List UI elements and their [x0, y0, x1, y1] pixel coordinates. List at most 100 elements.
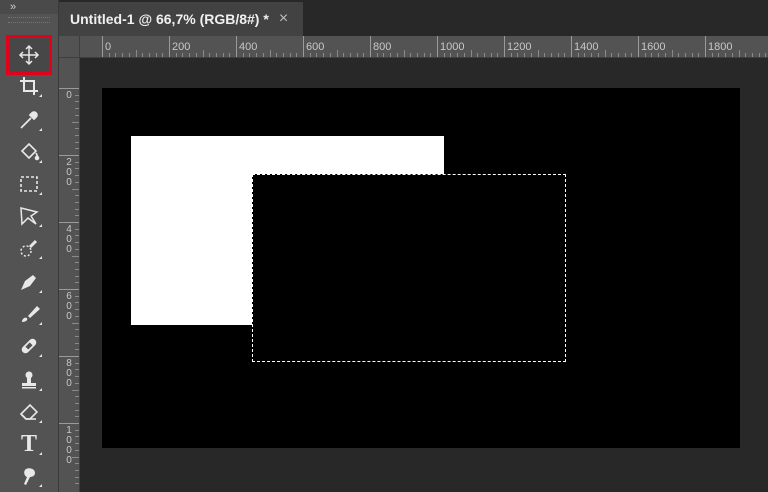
healing-bandage-icon	[21, 338, 37, 354]
pen-tool[interactable]	[9, 266, 49, 298]
ruler-v-major-tick	[59, 222, 79, 223]
ruler-h-minor-tick	[390, 53, 392, 57]
ruler-h-minor-tick	[182, 53, 184, 57]
ruler-h-minor-tick	[483, 53, 485, 57]
workspace[interactable]	[80, 58, 768, 492]
close-icon[interactable]: ×	[279, 10, 288, 28]
ruler-h-minor-tick	[108, 53, 110, 57]
ruler-h-minor-tick	[718, 53, 720, 57]
type-tool[interactable]: T	[9, 428, 49, 460]
ruler-v-minor-tick	[75, 362, 79, 364]
ruler-v-minor-tick	[75, 302, 79, 304]
ruler-h-minor-tick	[215, 53, 217, 57]
ruler-v-major-tick	[59, 88, 79, 89]
ruler-h-minor-tick	[195, 53, 197, 57]
document-tab[interactable]: Untitled-1 @ 66,7% (RGB/8#) * ×	[59, 2, 303, 36]
eyedropper-tool[interactable]	[9, 104, 49, 136]
ruler-h-minor-tick	[262, 53, 264, 57]
panel-grip[interactable]	[8, 17, 50, 23]
ruler-v-minor-tick	[75, 342, 79, 344]
ruler-h-minor-tick	[457, 53, 459, 57]
ruler-h-minor-tick	[423, 53, 425, 57]
ruler-h-minor-tick	[684, 53, 686, 57]
ruler-h-minor-tick	[128, 53, 130, 57]
ruler-v-minor-tick	[75, 295, 79, 297]
smudge-tool[interactable]	[9, 460, 49, 492]
ruler-h-minor-tick	[651, 53, 653, 57]
ruler-v-minor-tick	[75, 429, 79, 431]
pen-icon	[21, 275, 36, 290]
ruler-v-minor-tick	[75, 349, 79, 351]
ruler-v-minor-tick	[75, 161, 79, 163]
ruler-h-minor-tick	[376, 53, 378, 57]
eraser-tool[interactable]	[9, 396, 49, 428]
ruler-v-minor-tick	[72, 322, 79, 324]
document-canvas[interactable]	[102, 88, 740, 448]
ruler-v-label: 800	[66, 358, 72, 389]
ruler-v-minor-tick	[75, 416, 79, 418]
ruler-v-major-tick	[59, 423, 79, 424]
ruler-h-minor-tick	[530, 53, 532, 57]
ruler-h-minor-tick	[323, 53, 325, 57]
ruler-v-major-tick	[59, 155, 79, 156]
move-tool[interactable]	[6, 35, 52, 75]
ruler-v-minor-tick	[75, 443, 79, 445]
ruler-h-minor-tick	[751, 53, 753, 57]
ruler-h-minor-tick	[577, 53, 579, 57]
ruler-origin[interactable]	[59, 36, 80, 58]
ruler-h-minor-tick	[604, 50, 606, 57]
ruler-v-minor-tick	[75, 101, 79, 103]
ruler-h-minor-tick	[671, 50, 673, 57]
ruler-h-label: 0	[105, 41, 112, 53]
marquee-tool[interactable]	[9, 168, 49, 200]
collapse-panel-button[interactable]: »	[0, 0, 58, 14]
ruler-h-minor-tick	[564, 53, 566, 57]
quick-selection-tool[interactable]	[9, 232, 49, 264]
move-icon	[18, 44, 40, 66]
vertical-ruler[interactable]: 0 200 400 600 800 1000	[59, 58, 80, 492]
ruler-h-minor-tick	[443, 53, 445, 57]
ruler-v-minor-tick	[75, 201, 79, 203]
crop-tool[interactable]	[9, 70, 49, 102]
clone-stamp-tool[interactable]	[9, 364, 49, 396]
ruler-v-minor-tick	[75, 268, 79, 270]
tools-panel: » T	[0, 0, 59, 492]
ruler-h-minor-tick	[309, 53, 311, 57]
ruler-h-minor-tick	[470, 50, 472, 57]
brush-tool[interactable]	[9, 298, 49, 330]
marquee-selection[interactable]	[252, 174, 566, 362]
ruler-h-minor-tick	[517, 53, 519, 57]
lasso-tool[interactable]	[9, 200, 49, 232]
paint-bucket-tool[interactable]	[9, 136, 49, 168]
ruler-v-minor-tick	[75, 168, 79, 170]
ruler-h-minor-tick	[416, 53, 418, 57]
ruler-h-minor-tick	[631, 53, 633, 57]
ruler-h-minor-tick	[550, 53, 552, 57]
ruler-v-minor-tick	[72, 255, 79, 257]
ruler-h-minor-tick	[336, 50, 338, 57]
ruler-h-minor-tick	[343, 53, 345, 57]
ruler-h-minor-tick	[644, 53, 646, 57]
ruler-h-minor-tick	[356, 53, 358, 57]
ruler-h-minor-tick	[148, 53, 150, 57]
crop-icon	[20, 77, 38, 95]
ruler-v-minor-tick	[75, 449, 79, 451]
healing-brush-tool[interactable]	[9, 330, 49, 362]
ruler-h-minor-tick	[222, 53, 224, 57]
ruler-h-minor-tick	[209, 53, 211, 57]
ruler-v-minor-tick	[75, 215, 79, 217]
ruler-v-minor-tick	[75, 275, 79, 277]
ruler-h-minor-tick	[162, 53, 164, 57]
ruler-h-label: 800	[373, 41, 392, 53]
ruler-h-minor-tick	[135, 50, 137, 57]
ruler-h-minor-tick	[597, 53, 599, 57]
ruler-h-minor-tick	[591, 53, 593, 57]
ruler-v-minor-tick	[75, 108, 79, 110]
ruler-v-label: 1000	[66, 425, 72, 466]
ruler-h-minor-tick	[122, 53, 124, 57]
ruler-h-minor-tick	[316, 53, 318, 57]
ruler-h-minor-tick	[155, 53, 157, 57]
ruler-h-minor-tick	[115, 53, 117, 57]
ruler-v-minor-tick	[75, 181, 79, 183]
horizontal-ruler[interactable]: 0 200 400 600 800 1000 1200 1400 1600 1800	[80, 36, 768, 58]
